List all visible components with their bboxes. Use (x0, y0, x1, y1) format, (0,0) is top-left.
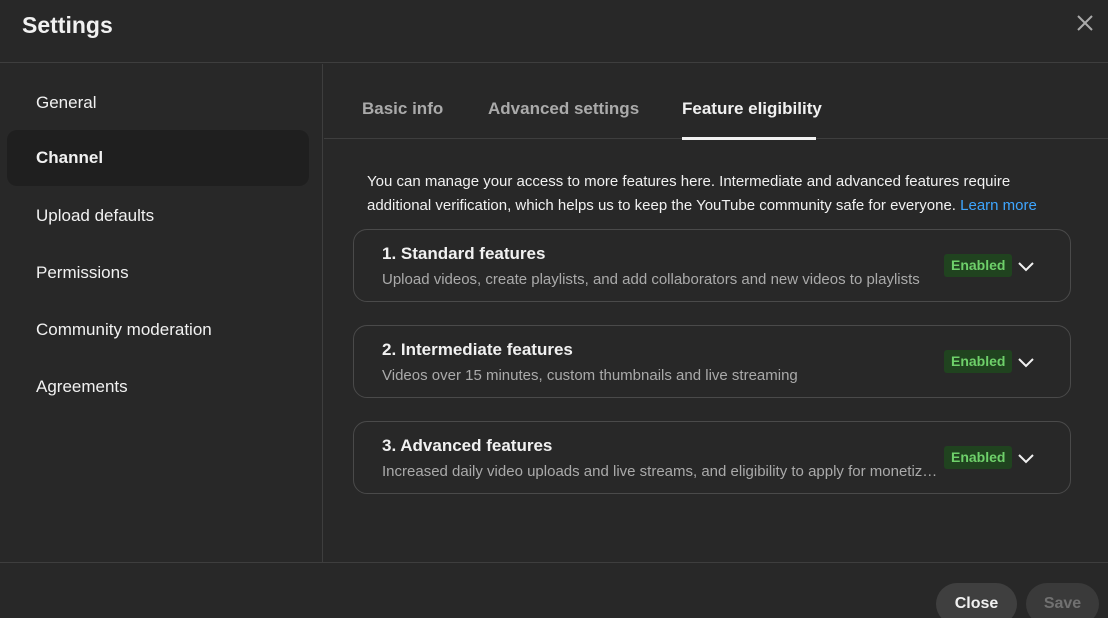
feature-description: Videos over 15 minutes, custom thumbnail… (382, 367, 798, 384)
sidebar-item-label: General (36, 93, 97, 112)
sidebar-item-label: Permissions (36, 263, 129, 282)
status-badge: Enabled (944, 254, 1013, 277)
sidebar-item-upload-defaults[interactable]: Upload defaults (7, 188, 309, 244)
save-button[interactable]: Save (1026, 583, 1099, 618)
tab-advanced-settings[interactable]: Advanced settings (488, 64, 640, 139)
feature-description: Increased daily video uploads and live s… (382, 463, 942, 480)
feature-title: 1. Standard features (382, 244, 546, 263)
dialog-header: Settings (0, 0, 1108, 63)
feature-description: Upload videos, create playlists, and add… (382, 271, 920, 288)
close-icon[interactable] (1073, 11, 1097, 35)
active-tab-indicator (682, 137, 816, 140)
feature-title: 2. Intermediate features (382, 340, 573, 359)
sidebar-item-permissions[interactable]: Permissions (7, 245, 309, 301)
sidebar-item-community-moderation[interactable]: Community moderation (7, 302, 309, 358)
chevron-down-icon[interactable] (1016, 448, 1036, 468)
tab-basic-info[interactable]: Basic info (362, 64, 444, 139)
sidebar-item-label: Community moderation (36, 320, 212, 339)
sidebar-item-label: Upload defaults (36, 206, 155, 225)
tab-bar: Basic info Advanced settings Feature eli… (324, 64, 1108, 140)
tab-label: Basic info (362, 99, 444, 118)
intro-text: You can manage your access to more featu… (367, 170, 1067, 218)
sidebar-item-label: Channel (36, 148, 104, 167)
chevron-down-icon[interactable] (1016, 352, 1036, 372)
sidebar-item-general[interactable]: General (7, 75, 309, 131)
status-badge: Enabled (944, 350, 1013, 373)
tab-feature-eligibility[interactable]: Feature eligibility (682, 64, 822, 140)
feature-title: 3. Advanced features (382, 436, 553, 455)
sidebar-item-label: Agreements (36, 377, 128, 396)
status-badge: Enabled (944, 446, 1013, 469)
settings-sidebar: General Channel Upload defaults Permissi… (0, 64, 323, 562)
learn-more-link[interactable]: Learn more (960, 197, 1037, 214)
sidebar-item-channel[interactable]: Channel (7, 130, 309, 186)
sidebar-item-agreements[interactable]: Agreements (7, 359, 309, 415)
dialog-footer: Close Save (0, 562, 1108, 618)
close-button[interactable]: Close (936, 583, 1017, 618)
dialog-title: Settings (22, 12, 113, 38)
tab-label: Feature eligibility (682, 99, 822, 118)
tab-label: Advanced settings (488, 99, 640, 118)
chevron-down-icon[interactable] (1016, 256, 1036, 276)
feature-card-intermediate[interactable]: 2. Intermediate features Videos over 15 … (353, 325, 1071, 398)
feature-card-advanced[interactable]: 3. Advanced features Increased daily vid… (353, 421, 1071, 494)
intro-body: You can manage your access to more featu… (367, 173, 1011, 214)
feature-card-standard[interactable]: 1. Standard features Upload videos, crea… (353, 229, 1071, 302)
